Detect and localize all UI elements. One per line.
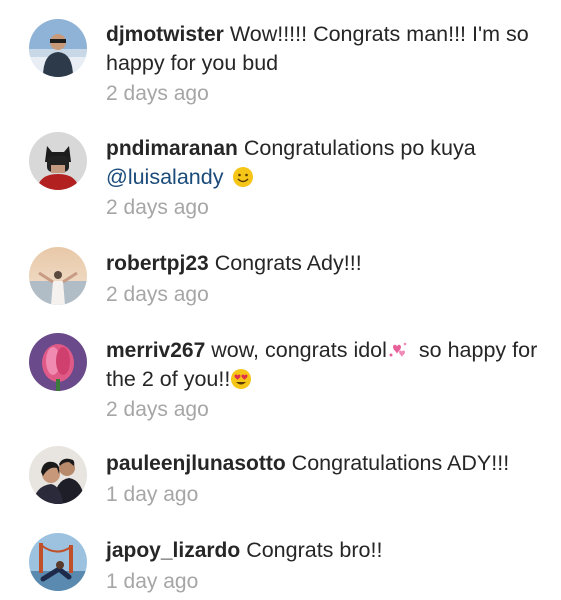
comment-text: Congrats Ady!!! <box>214 251 362 275</box>
comment-body: djmotwister Wow!!!!! Congrats man!!! I'm… <box>106 20 546 108</box>
avatar[interactable] <box>29 19 87 77</box>
comment-username[interactable]: pauleenjlunasotto <box>106 452 286 475</box>
smiling-face-emoji-icon <box>232 166 254 188</box>
avatar[interactable] <box>29 533 87 591</box>
comment-body: pauleenjlunasotto Congratulations ADY!!!… <box>106 449 546 509</box>
comment-text: Congratulations ADY!!! <box>291 451 510 475</box>
avatar[interactable] <box>29 446 87 504</box>
comment-body: merriv267 wow, congrats idol so happy fo… <box>106 336 546 424</box>
comment-timestamp[interactable]: 2 days ago <box>106 194 546 222</box>
comment-username[interactable]: merriv267 <box>106 339 205 362</box>
hearts-emoji-icon <box>387 339 409 361</box>
comment-timestamp[interactable]: 2 days ago <box>106 281 546 309</box>
heart-eyes-emoji-icon <box>230 368 252 390</box>
comment-username[interactable]: robertpj23 <box>106 252 209 275</box>
avatar[interactable] <box>29 333 87 391</box>
comment-text: wow, congrats idol <box>211 338 387 362</box>
comment-timestamp[interactable]: 1 day ago <box>106 568 546 596</box>
comment-body: pndimaranan Congratulations po kuya @lui… <box>106 134 546 222</box>
comment-text: Congratulations po kuya <box>243 136 476 160</box>
comment-body: japoy_lizardo Congrats bro!! 1 day ago <box>106 536 546 596</box>
comment-username[interactable]: djmotwister <box>106 23 224 46</box>
comment-timestamp[interactable]: 2 days ago <box>106 396 546 424</box>
comment-username[interactable]: japoy_lizardo <box>106 539 240 562</box>
comment-timestamp[interactable]: 1 day ago <box>106 481 546 509</box>
comment-username[interactable]: pndimaranan <box>106 137 238 160</box>
mention-link[interactable]: @luisalandy <box>106 165 223 189</box>
avatar[interactable] <box>29 247 87 305</box>
comment-timestamp[interactable]: 2 days ago <box>106 80 546 108</box>
comment-text: Congrats bro!! <box>246 538 383 562</box>
avatar[interactable] <box>29 132 87 190</box>
comment-body: robertpj23 Congrats Ady!!! 2 days ago <box>106 249 546 309</box>
